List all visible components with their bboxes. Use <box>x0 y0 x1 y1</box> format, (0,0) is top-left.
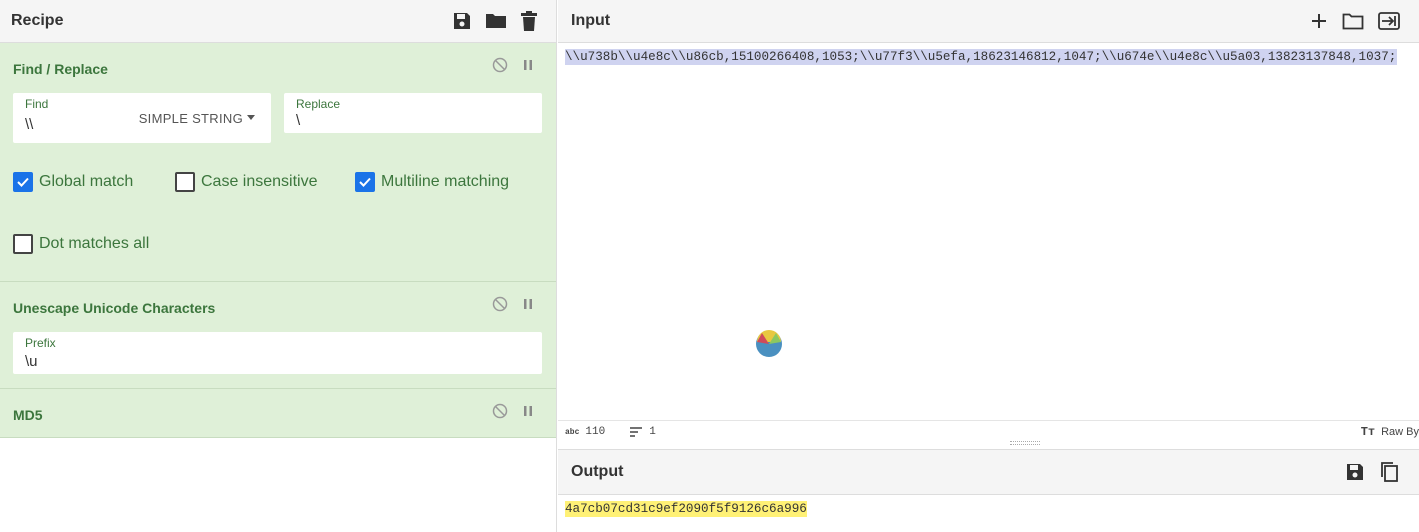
prefix-input[interactable]: \u <box>25 353 38 370</box>
find-mode-label: SIMPLE STRING <box>138 111 243 126</box>
output-text[interactable]: 4a7cb07cd31c9ef2090f5f9126c6a996 <box>565 501 807 517</box>
length-value: 110 <box>585 426 606 438</box>
checkbox-checked[interactable] <box>355 172 375 192</box>
dot-matches-all-label: Dot matches all <box>39 235 150 252</box>
recipe-header: Recipe <box>0 0 556 43</box>
input-header: Input <box>558 0 1419 43</box>
find-field[interactable]: Find \\ SIMPLE STRING <box>13 93 271 143</box>
loading-icon <box>756 330 782 357</box>
trash-icon[interactable] <box>520 11 538 31</box>
length-indicator: abc 110 <box>565 426 605 438</box>
case-insensitive-label: Case insensitive <box>201 173 318 190</box>
mode-label: Raw By <box>1381 426 1419 438</box>
save-icon[interactable] <box>452 11 472 31</box>
input-pane: Input \\u738b\\u4e8c\\u86cb,15100266408,… <box>558 0 1419 445</box>
checkbox-unchecked[interactable] <box>175 172 195 192</box>
output-header: Output <box>558 450 1419 495</box>
pause-icon[interactable] <box>522 297 534 316</box>
find-mode-dropdown[interactable]: SIMPLE STRING <box>139 111 255 126</box>
mode-indicator[interactable]: Tт Raw By <box>1361 425 1419 439</box>
operation-title: Unescape Unicode Characters <box>13 300 216 316</box>
resize-handle[interactable] <box>1010 441 1040 445</box>
replace-label: Replace <box>296 97 341 111</box>
import-icon[interactable] <box>1378 12 1400 30</box>
find-label: Find <box>25 97 49 111</box>
recipe-pane: Recipe Find / Replace Find \\ SIMPLE STR… <box>0 0 557 532</box>
operation-md5: MD5 <box>0 389 556 438</box>
output-title: Output <box>571 463 624 480</box>
add-icon[interactable] <box>1310 12 1328 30</box>
find-input[interactable]: \\ <box>25 116 33 133</box>
recipe-title: Recipe <box>11 12 64 29</box>
disable-icon[interactable] <box>492 403 508 424</box>
operation-unescape-unicode: Unescape Unicode Characters Prefix \u <box>0 282 556 389</box>
input-statusbar: abc 110 1 Tт Raw By <box>558 420 1419 443</box>
lines-icon <box>630 427 643 437</box>
chevron-down-icon <box>247 115 255 121</box>
multiline-matching-label: Multiline matching <box>381 173 510 190</box>
operation-find-replace: Find / Replace Find \\ SIMPLE STRING Rep… <box>0 43 556 282</box>
folder-icon[interactable] <box>485 11 507 31</box>
output-pane: Output 4a7cb07cd31c9ef2090f5f9126c6a996 <box>558 449 1419 532</box>
length-icon: abc <box>565 427 580 437</box>
replace-field[interactable]: Replace \ <box>284 93 542 133</box>
disable-icon[interactable] <box>492 296 508 317</box>
input-title: Input <box>571 12 611 29</box>
operation-title: MD5 <box>13 407 43 423</box>
pause-icon[interactable] <box>522 58 534 77</box>
checkbox-checked[interactable] <box>13 172 33 192</box>
prefix-label: Prefix <box>25 336 56 350</box>
open-folder-icon[interactable] <box>1342 12 1364 30</box>
disable-icon[interactable] <box>492 57 508 78</box>
lines-value: 1 <box>649 426 656 438</box>
save-output-icon[interactable] <box>1345 462 1365 482</box>
case-insensitive-checkbox[interactable]: Case insensitive <box>175 172 318 192</box>
global-match-label: Global match <box>39 173 134 190</box>
multiline-matching-checkbox[interactable]: Multiline matching <box>355 172 509 192</box>
app-window: Recipe Find / Replace Find \\ SIMPLE STR… <box>0 0 1419 532</box>
copy-icon[interactable] <box>1379 461 1399 483</box>
checkbox-unchecked[interactable] <box>13 234 33 254</box>
pause-icon[interactable] <box>522 404 534 423</box>
input-textarea[interactable]: \\u738b\\u4e8c\\u86cb,15100266408,1053;\… <box>565 49 1398 65</box>
operation-title: Find / Replace <box>13 61 108 77</box>
dot-matches-all-checkbox[interactable]: Dot matches all <box>13 234 149 254</box>
text-format-icon: Tт <box>1360 425 1376 439</box>
prefix-field[interactable]: Prefix \u <box>13 332 542 374</box>
replace-input[interactable]: \ <box>296 112 300 129</box>
global-match-checkbox[interactable]: Global match <box>13 172 133 192</box>
lines-indicator: 1 <box>629 426 656 438</box>
